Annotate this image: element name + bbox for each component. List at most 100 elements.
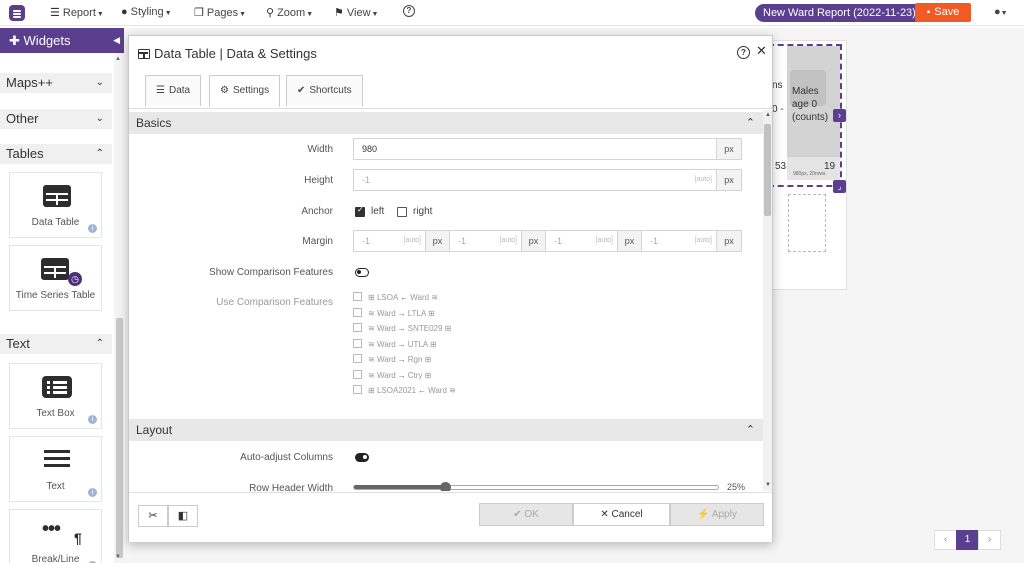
width-label: Width <box>307 144 333 155</box>
comparison-checkbox[interactable] <box>353 338 362 348</box>
layer-icon: ⊞ <box>442 324 452 333</box>
size-note: 980px, 20rows <box>793 171 826 177</box>
comparison-to: Ward <box>410 293 430 302</box>
comparison-from: Ward <box>376 339 396 349</box>
resize-handle-icon[interactable]: ⌟ <box>833 180 846 193</box>
section-basics[interactable]: Basics ⌃ <box>129 112 763 134</box>
section-layout[interactable]: Layout ⌃ <box>129 419 763 441</box>
table-icon <box>41 258 69 280</box>
comparison-checkbox[interactable] <box>353 323 362 332</box>
show-comparison-toggle[interactable] <box>355 268 369 277</box>
scroll-down-icon[interactable]: ▼ <box>765 482 771 488</box>
comparison-option[interactable]: ⊞ LSOA ← Ward ≋ <box>353 292 438 302</box>
width-unit: px <box>716 138 742 160</box>
info-icon[interactable]: i <box>88 488 97 497</box>
menu-report[interactable]: ☰ Report▼ <box>50 6 104 19</box>
margin-right-input[interactable]: -1 [auto] <box>449 230 522 252</box>
comparison-checkbox[interactable] <box>353 292 362 301</box>
auto-adjust-toggle[interactable] <box>355 453 369 462</box>
tab-data[interactable]: ☰ Data <box>145 75 202 106</box>
comparison-checkbox[interactable] <box>353 354 362 363</box>
menu-zoom[interactable]: ⚲ Zoom▼ <box>266 6 313 19</box>
scroll-up-icon[interactable]: ▲ <box>765 112 771 118</box>
user-menu[interactable]: ●▼ <box>994 6 1008 18</box>
info-icon[interactable]: i <box>88 224 97 233</box>
map-pin-icon: ⚑ <box>334 7 344 19</box>
close-icon[interactable]: ✕ <box>756 43 767 59</box>
comparison-checkbox[interactable] <box>353 369 362 379</box>
margin-bottom-input[interactable]: -1 [auto] <box>545 230 618 252</box>
section-maps[interactable]: Maps++ ⌄ <box>0 73 112 93</box>
menu-view[interactable]: ⚑ View▼ <box>334 6 378 19</box>
widget-data-table[interactable]: Data Table i <box>9 172 102 238</box>
cancel-button[interactable]: ✕ Cancel <box>573 503 670 526</box>
chevron-left-icon[interactable]: ◀ <box>113 28 120 53</box>
arrow-icon: → <box>397 324 406 333</box>
zoom-icon: ⚲ <box>266 7 275 19</box>
clock-icon: ◷ <box>68 272 82 286</box>
slider-knob[interactable] <box>439 482 451 491</box>
menu-styling[interactable]: ● Styling▼ <box>121 6 172 18</box>
help-icon[interactable]: ? <box>403 5 415 17</box>
anchor-left-checkbox[interactable] <box>355 205 365 217</box>
section-other[interactable]: Other ⌄ <box>0 109 112 129</box>
width-input[interactable]: 980 <box>353 138 717 160</box>
save-button[interactable]: ▪ Save <box>915 3 971 22</box>
comparison-option[interactable]: ≋ Ward → Rgn ⊞ <box>353 354 431 364</box>
section-tables[interactable]: Tables ⌃ <box>0 144 112 164</box>
help-icon[interactable]: ? <box>737 46 750 59</box>
margin-top-input[interactable]: -1 [auto] <box>353 230 426 252</box>
widget-text[interactable]: Text i <box>9 436 102 502</box>
chevron-down-icon: ⌄ <box>95 113 104 124</box>
prev-page-button[interactable]: ‹ <box>934 530 957 550</box>
report-title-badge[interactable]: New Ward Report (2022-11-23) <box>755 4 924 22</box>
height-input[interactable]: -1 [auto] <box>353 169 717 191</box>
tab-shortcuts[interactable]: ✔ Shortcuts <box>286 75 363 106</box>
scroll-down-icon[interactable]: ▼ <box>115 554 121 560</box>
widgets-header[interactable]: ✚ Widgets ◀ <box>0 28 124 53</box>
app-logo-icon[interactable] <box>9 5 25 21</box>
layer-icon: ≋ <box>368 370 377 380</box>
comparison-option[interactable]: ≋ Ward → SNTE029 ⊞ <box>353 323 451 333</box>
table-cell: 53 <box>775 161 787 172</box>
comparison-option[interactable]: ≋ Ward → UTLA ⊞ <box>353 338 437 349</box>
apply-button[interactable]: ⚡ Apply <box>670 503 764 526</box>
arrow-icon: → <box>397 370 406 380</box>
chevron-down-icon: ⌄ <box>95 77 104 88</box>
text-lines-icon <box>44 450 70 453</box>
widget-time-series-table[interactable]: ◷ Time Series Table <box>9 245 102 311</box>
anchor-right-checkbox[interactable] <box>397 207 407 217</box>
scroll-up-icon[interactable]: ▲ <box>115 56 121 62</box>
chevron-right-icon[interactable]: › <box>833 109 846 122</box>
comparison-checkbox[interactable] <box>353 307 362 317</box>
layer-icon: ≋ <box>429 293 439 302</box>
menu-pages[interactable]: ❐ Pages▼ <box>194 6 246 19</box>
settings-scrollbar[interactable]: ▲ ▼ <box>763 110 772 491</box>
males-column-header: Males age 0 (counts) <box>792 86 829 123</box>
widget-text-box[interactable]: Text Box i <box>9 363 102 429</box>
anchor-left-label: left <box>371 206 385 217</box>
floppy-icon: ▪ <box>926 7 931 18</box>
comparison-option[interactable]: ⊞ LSOA2021 ← Ward ≋ <box>353 385 456 395</box>
page-1-button[interactable]: 1 <box>956 530 979 550</box>
arrow-icon: → <box>397 355 406 364</box>
scroll-thumb[interactable] <box>764 124 771 216</box>
layout-toggle-button[interactable]: ◧ <box>168 505 198 527</box>
comparison-checkbox[interactable] <box>353 385 362 394</box>
tab-settings[interactable]: ⚙ Settings <box>209 75 281 107</box>
gear-icon: ⚙ <box>220 85 229 96</box>
ellipsis-icon: ••• <box>42 518 61 540</box>
info-icon[interactable]: i <box>88 415 97 424</box>
tools-button[interactable]: ✂ <box>138 505 168 527</box>
comparison-from: Ward <box>376 355 396 364</box>
widget-break-line[interactable]: ••• ¶ Break/Line i <box>9 509 102 563</box>
comparison-option[interactable]: ≋ Ward → Ctry ⊞ <box>353 369 431 380</box>
next-page-button[interactable]: › <box>978 530 1001 550</box>
comparison-option[interactable]: ≋ Ward → LTLA ⊞ <box>353 307 435 318</box>
ok-button[interactable]: ✔ OK <box>479 503 573 526</box>
sidebar-scroll-thumb[interactable] <box>116 318 123 558</box>
margin-left-input[interactable]: -1 [auto] <box>641 230 717 252</box>
row-header-width-value: 25% <box>727 482 746 491</box>
caret-down-icon: ▼ <box>306 11 314 18</box>
section-text[interactable]: Text ⌃ <box>0 334 112 354</box>
